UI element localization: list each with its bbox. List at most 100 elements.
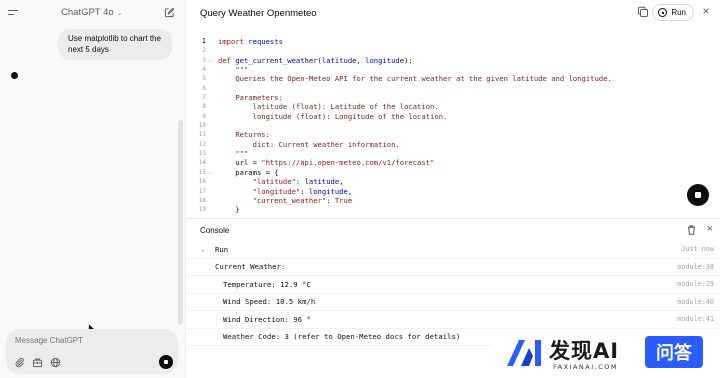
console-log-line: Temperature: 12.9 °C module:29 [187, 276, 720, 294]
line-number: 10 [198, 122, 206, 130]
code-line[interactable]: 8 latitude (float): Latitude of the loca… [187, 102, 720, 111]
line-number: 14 [198, 159, 206, 167]
console-text: Weather Code: 3 (refer to Open-Meteo doc… [223, 332, 461, 342]
code-text: } [218, 205, 240, 215]
fold-chevron-icon[interactable]: ⌄ [208, 168, 211, 177]
code-line[interactable]: 18 "current_weather": True [187, 196, 720, 205]
stop-generating-fab[interactable] [687, 184, 709, 206]
code-text: Queries the Open-Meteo API for the curre… [235, 74, 612, 84]
code-text: params = { [218, 167, 279, 177]
code-editor[interactable]: 1 import requests 2 3 ⌄ def get_current_weath… [187, 37, 720, 217]
toolbox-icon[interactable] [32, 357, 43, 368]
code-line[interactable]: 2 [187, 46, 720, 55]
code-line[interactable]: 15 ⌄ params = { [187, 168, 720, 177]
code-line[interactable]: 9 longitude (float): Longitude of the lo… [187, 112, 720, 121]
code-text: "latitude": latitude, [252, 177, 344, 187]
stop-icon [164, 360, 168, 364]
chat-header: ChatGPT 4o ⌄ [0, 0, 185, 26]
code-line[interactable]: 1 import requests [187, 37, 720, 46]
code-text: "longitude": longitude, [252, 186, 353, 196]
watermark-badge: 问答 [645, 336, 703, 368]
code-text: """ [235, 149, 249, 159]
line-number: 8 [202, 103, 206, 111]
line-number: 3 [202, 56, 206, 64]
line-number: 9 [202, 112, 206, 120]
message-composer [6, 329, 178, 374]
chevron-down-icon[interactable]: ⌄ [201, 246, 205, 253]
console-text: Wind Direction: 96 ° [223, 314, 311, 324]
console-source: module:29 [677, 280, 714, 289]
copy-icon[interactable] [637, 6, 649, 18]
line-number: 15 [198, 168, 206, 176]
globe-icon[interactable] [50, 357, 61, 368]
new-chat-icon[interactable] [164, 7, 175, 18]
code-text: url = "https://api.open-meteo.com/v1/for… [218, 158, 435, 168]
close-console-icon[interactable]: × [707, 224, 713, 235]
chat-scrollbar[interactable] [178, 120, 183, 325]
watermark-domain: FAXIANAI.COM [553, 363, 618, 371]
code-line[interactable]: 12 dict: Current weather information. [187, 140, 720, 149]
line-number: 4 [202, 66, 206, 74]
code-text: dict: Current weather information. [252, 139, 400, 149]
line-number: 18 [198, 196, 206, 204]
code-line[interactable]: 13 """ [187, 149, 720, 158]
code-text: "current_weather": True [252, 195, 353, 205]
close-icon[interactable]: × [701, 5, 711, 17]
run-icon [658, 8, 668, 17]
streaming-indicator [11, 72, 18, 79]
console-text: Run [215, 244, 229, 254]
user-message-bubble: Use matplotlib to chart the next 5 days [58, 29, 172, 60]
code-line[interactable]: 14 url = "https://api.open-meteo.com/v1/… [187, 158, 720, 167]
line-number: 17 [198, 187, 206, 195]
watermark-brand: 发现AI [549, 339, 620, 363]
console-text: Wind Speed: 10.5 km/h [223, 297, 316, 307]
canvas-pane: Query Weather Openmeteo Run × 1 import re… [187, 0, 720, 378]
code-line[interactable]: 10 [187, 121, 720, 130]
code-line[interactable]: 19 } [187, 205, 720, 214]
code-text: latitude (float): Latitude of the locati… [252, 102, 439, 112]
message-input[interactable] [15, 336, 165, 345]
chevron-down-icon: ⌄ [116, 9, 123, 17]
canvas-header: Query Weather Openmeteo Run × [187, 0, 720, 26]
canvas-title: Query Weather Openmeteo [200, 7, 317, 19]
code-line[interactable]: 3 ⌄ def get_current_weather(latitude, long… [187, 56, 720, 65]
code-line[interactable]: 7 Parameters: [187, 93, 720, 102]
console-log-line: Current Weather: module:38 [187, 259, 720, 276]
console-source: module:40 [677, 297, 714, 306]
fold-chevron-icon[interactable]: ⌄ [208, 56, 211, 65]
chat-pane: ChatGPT 4o ⌄ Use matplotlib to chart the… [0, 0, 186, 378]
code-text: longitude (float): Longitude of the loca… [252, 111, 448, 121]
code-line[interactable]: 17 "longitude": longitude, [187, 187, 720, 196]
line-number: 12 [198, 140, 206, 148]
console-text: Current Weather: [215, 262, 286, 272]
line-number: 6 [202, 84, 206, 92]
console-run-group[interactable]: ⌄ Run Just now [187, 241, 720, 259]
code-line[interactable]: 6 [187, 84, 720, 93]
code-line[interactable]: 5 Queries the Open-Meteo API for the cur… [187, 74, 720, 83]
line-number: 5 [202, 75, 206, 83]
sidebar-menu-icon[interactable] [8, 9, 18, 17]
trash-icon[interactable] [687, 225, 696, 235]
run-button[interactable]: Run [652, 4, 694, 21]
faxianai-logo-icon [507, 340, 541, 366]
composer-tools [14, 357, 61, 368]
code-text: Parameters: [235, 93, 283, 103]
code-line[interactable]: 11 Returns: [187, 130, 720, 139]
console-source: module:41 [677, 315, 714, 324]
line-number: 7 [202, 94, 206, 102]
console-title: Console [200, 225, 230, 235]
attach-icon[interactable] [14, 357, 25, 368]
stop-generating-button[interactable] [159, 355, 173, 369]
line-number: 13 [198, 150, 206, 158]
console-header: Console × [187, 219, 720, 241]
code-line[interactable]: 4 """ [187, 65, 720, 74]
model-picker[interactable]: ChatGPT 4o ⌄ [61, 7, 123, 18]
line-number: 1 [201, 37, 206, 45]
code-line[interactable]: 16 "latitude": latitude, [187, 177, 720, 186]
console-source: Just now [681, 245, 714, 254]
code-text: def get_current_weather(latitude, longit… [218, 55, 413, 65]
line-number: 11 [198, 131, 206, 139]
console-log-line: Wind Direction: 96 ° module:41 [187, 311, 720, 329]
line-number: 16 [198, 178, 206, 186]
line-number: 2 [202, 47, 206, 55]
